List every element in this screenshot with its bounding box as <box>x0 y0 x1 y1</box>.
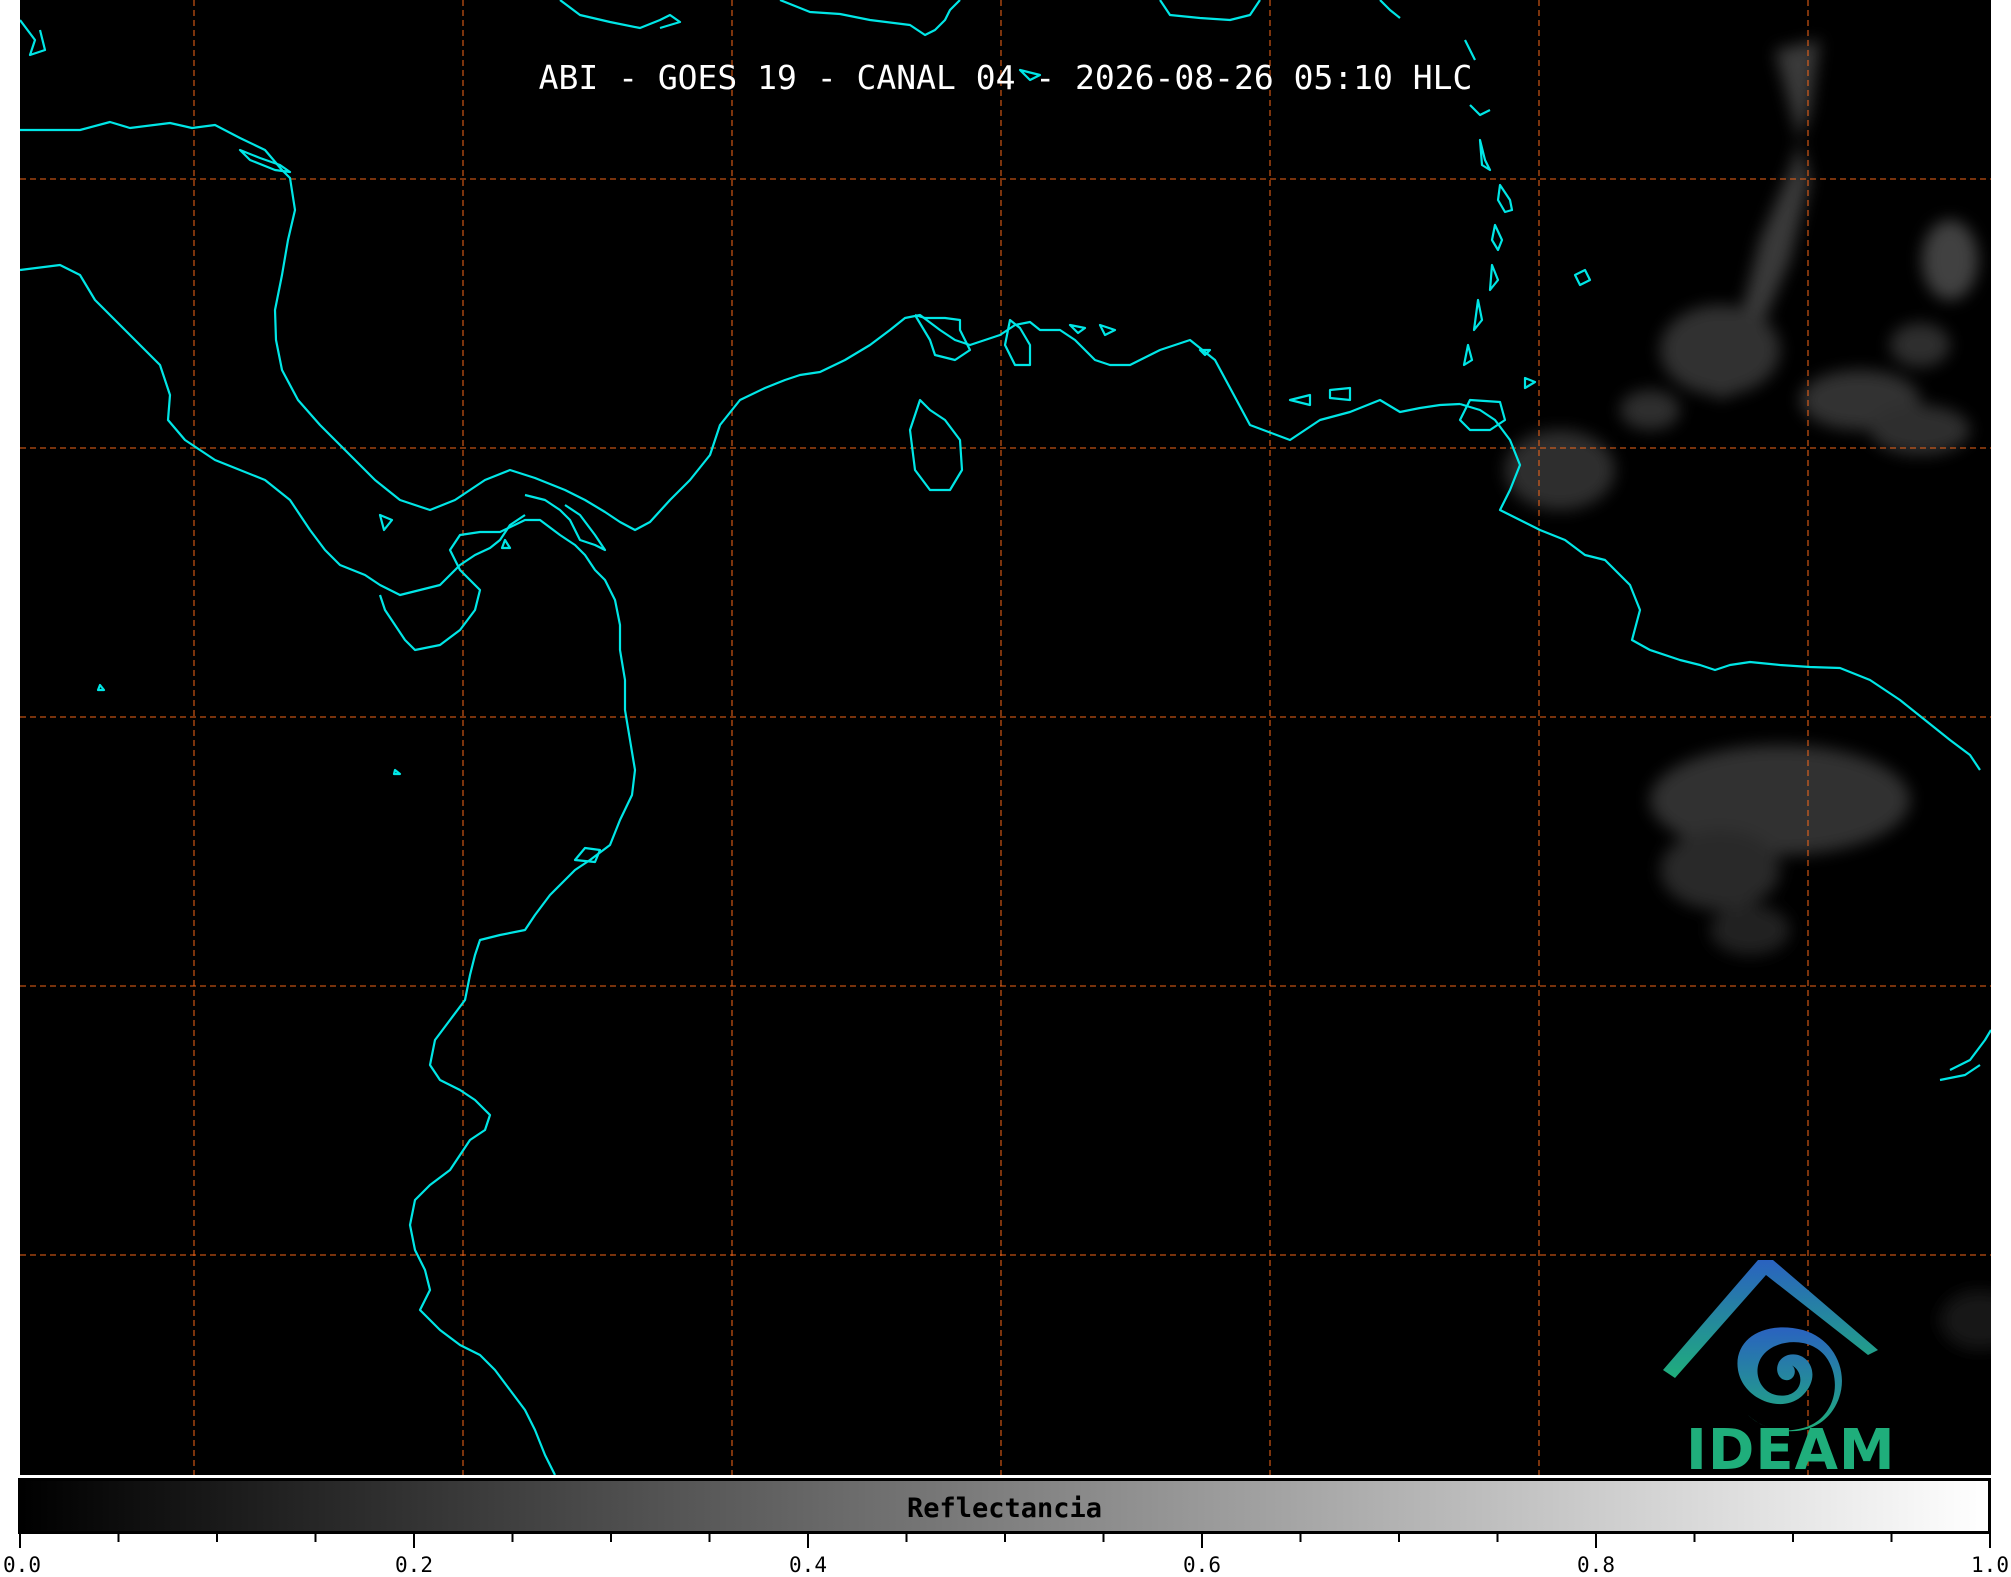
colorbar-tick-label: 0.2 <box>395 1553 433 1577</box>
colorbar-tick-label: 0.8 <box>1577 1553 1615 1577</box>
colorbar-tick-label: 0.0 <box>3 1553 41 1577</box>
colorbar-ticks <box>19 1534 1991 1548</box>
ideam-logo-text: IDEAM <box>1686 1418 1896 1475</box>
cloud-cover <box>1505 40 1991 1350</box>
colorbar-label: Reflectancia <box>906 1493 1103 1524</box>
colorbar: Reflectancia <box>18 1478 1991 1534</box>
map-title: ABI - GOES 19 - CANAL 04 - 2026-08-26 05… <box>538 58 1473 97</box>
colorbar-tick-label: 0.6 <box>1183 1553 1221 1577</box>
colorbar-tick-label: 0.4 <box>789 1553 827 1577</box>
satellite-image-panel: ABI - GOES 19 - CANAL 04 - 2026-08-26 05… <box>20 0 1991 1475</box>
colorbar-tick-label: 1.0 <box>1971 1553 2009 1577</box>
